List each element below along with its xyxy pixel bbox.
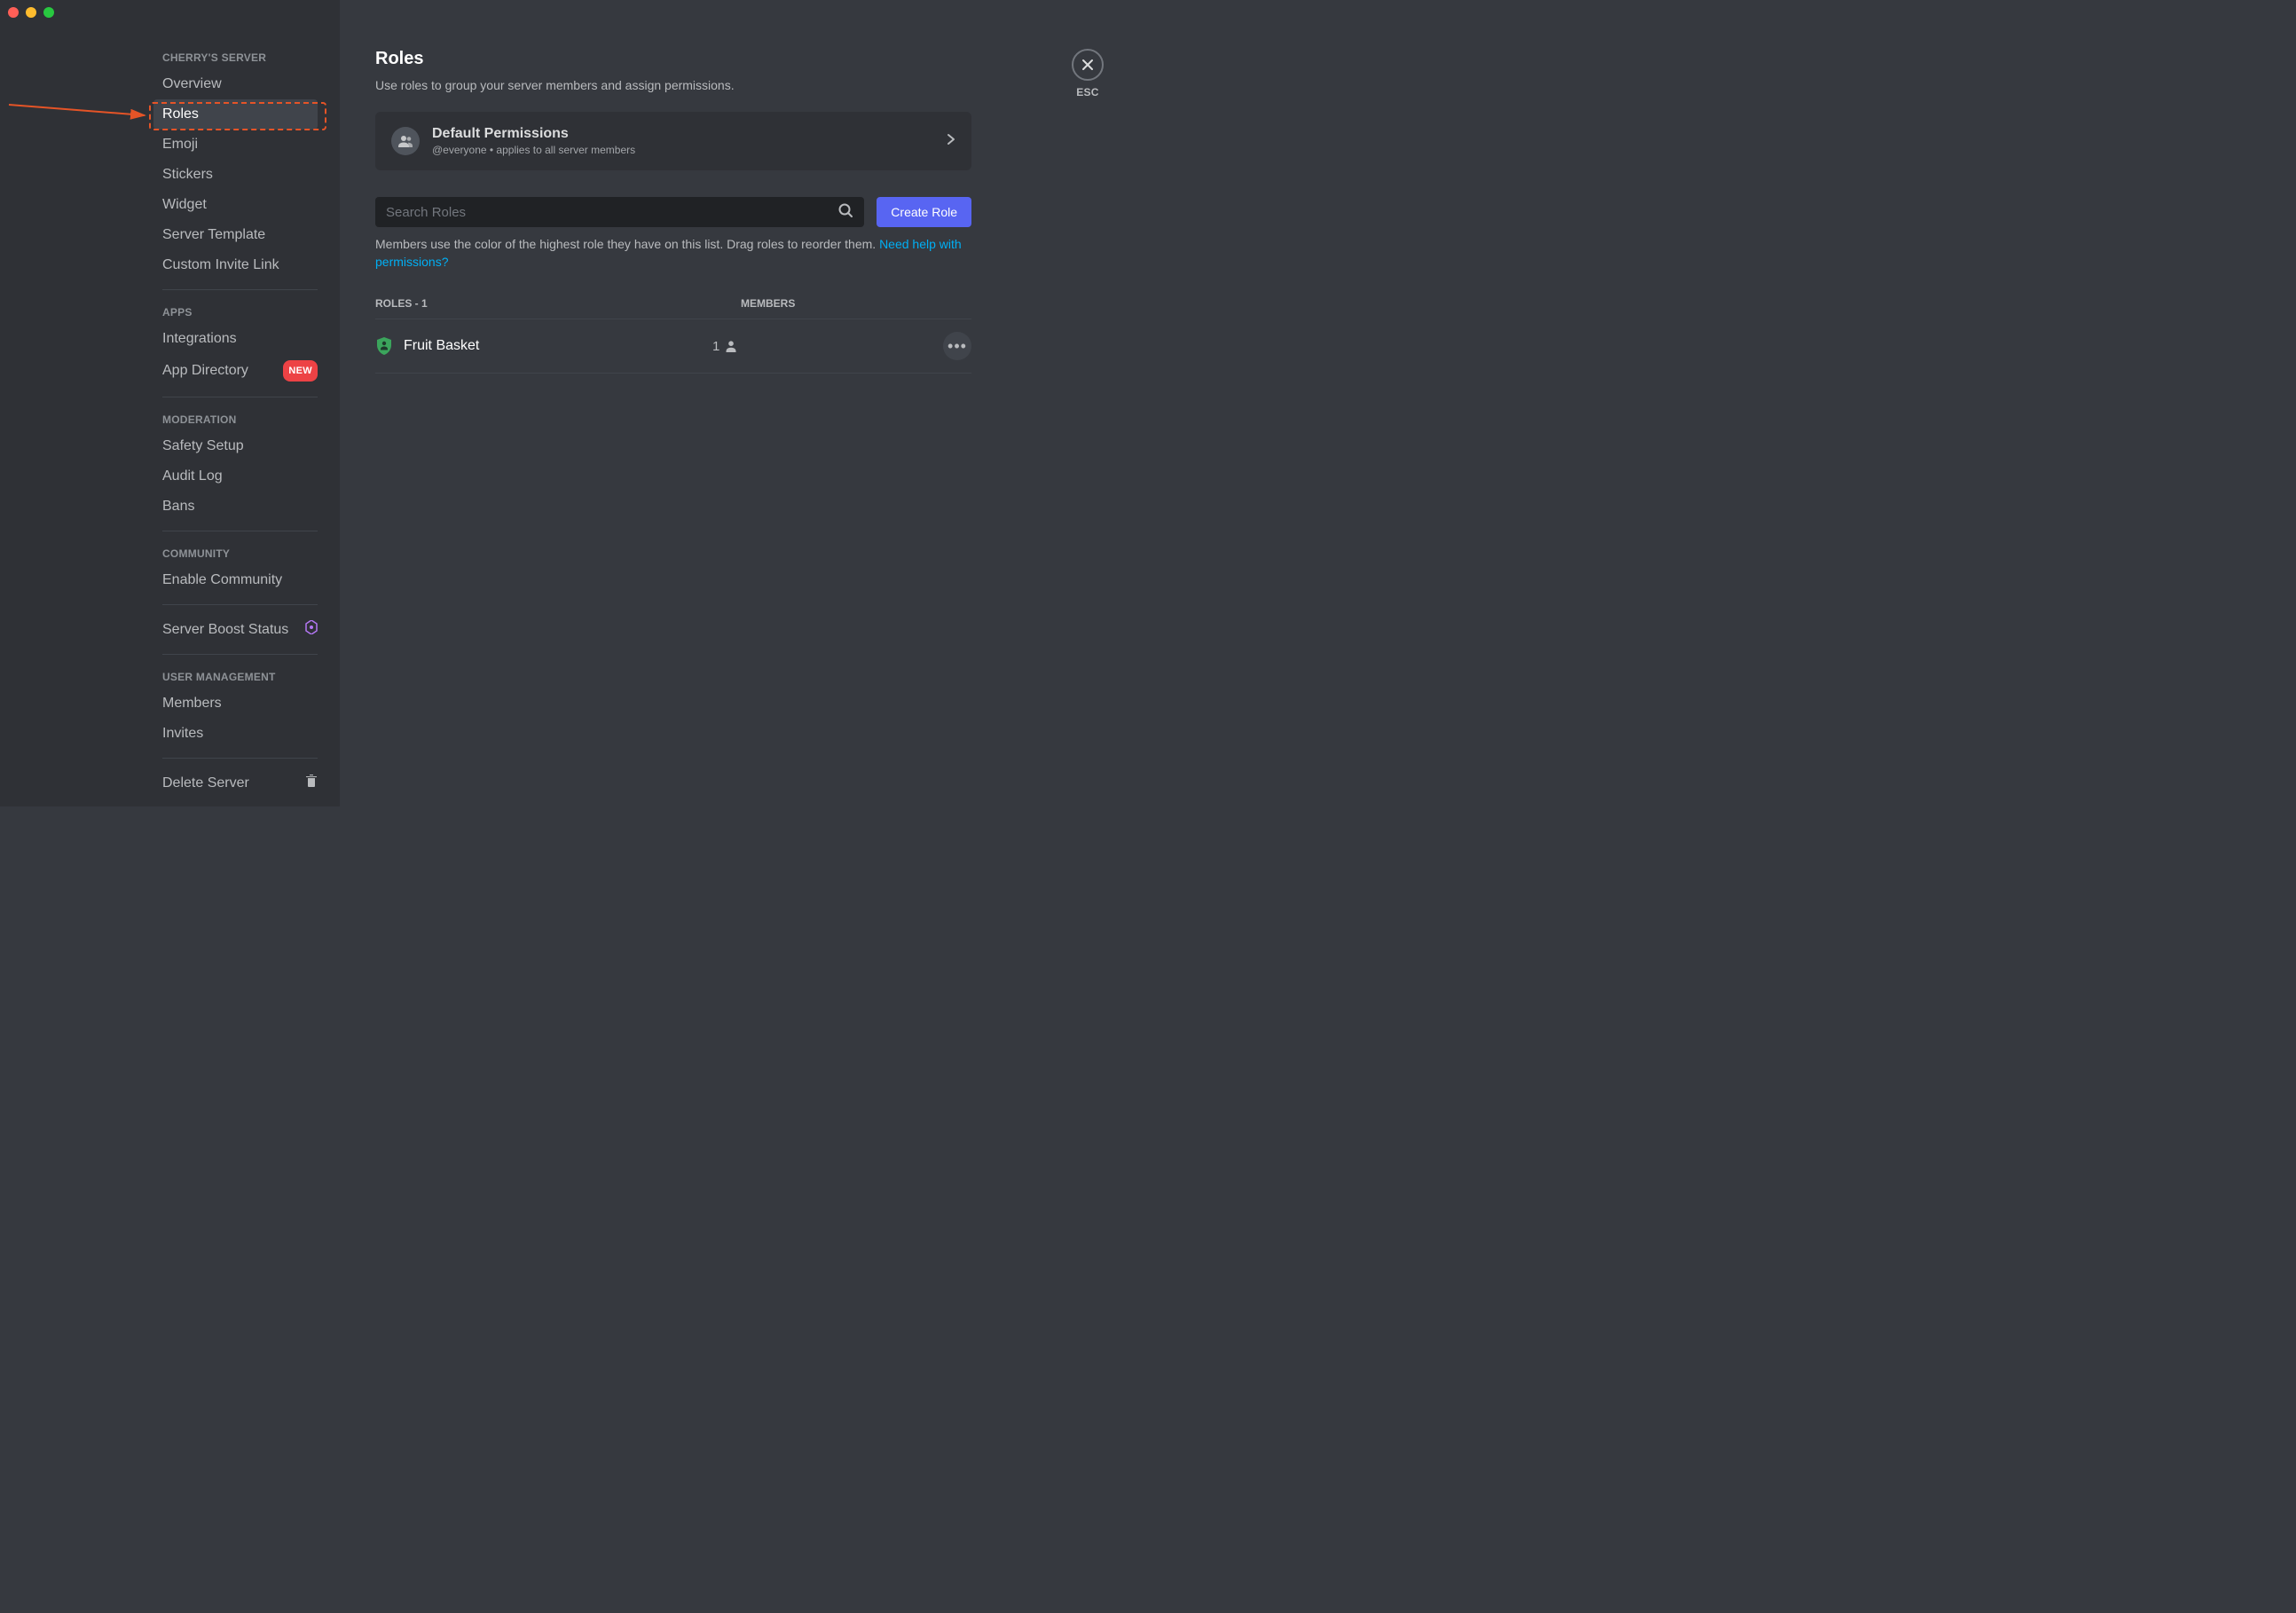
role-shield-icon xyxy=(375,337,393,355)
sidebar-item-label: Server Template xyxy=(162,226,265,244)
sidebar-item-emoji[interactable]: Emoji xyxy=(162,130,318,160)
role-more-button[interactable]: ••• xyxy=(943,332,971,360)
role-member-count: 1 xyxy=(712,339,737,354)
close-icon xyxy=(1081,58,1095,72)
sidebar-section-server: CHERRY'S SERVER xyxy=(162,44,318,69)
sidebar-item-label: App Directory xyxy=(162,362,248,380)
page-subtitle: Use roles to group your server members a… xyxy=(375,78,971,92)
sidebar-item-label: Custom Invite Link xyxy=(162,256,279,274)
sidebar-item-label: Widget xyxy=(162,196,207,214)
search-roles-input[interactable] xyxy=(386,205,837,220)
sidebar-item-overview[interactable]: Overview xyxy=(162,69,318,99)
sidebar-item-label: Invites xyxy=(162,725,203,743)
window-minimize-dot[interactable] xyxy=(26,7,36,18)
sidebar-section-community: COMMUNITY xyxy=(162,540,318,565)
role-member-count-value: 1 xyxy=(712,339,719,354)
search-roles-box[interactable] xyxy=(375,197,864,227)
trash-icon xyxy=(305,774,318,793)
sidebar-item-label: Safety Setup xyxy=(162,437,244,455)
role-name: Fruit Basket xyxy=(404,338,479,354)
close-label: ESC xyxy=(1072,86,1104,98)
sidebar-item-audit-log[interactable]: Audit Log xyxy=(162,461,318,492)
new-badge: NEW xyxy=(283,360,318,382)
sidebar-item-label: Integrations xyxy=(162,330,237,348)
roles-hint: Members use the color of the highest rol… xyxy=(375,236,971,271)
roles-column-header: ROLES - 1 xyxy=(375,297,741,310)
roles-table-header: ROLES - 1 MEMBERS xyxy=(375,297,971,319)
sidebar-item-roles[interactable]: Roles xyxy=(153,99,318,130)
members-column-header: MEMBERS xyxy=(741,297,971,310)
role-row[interactable]: Fruit Basket 1 ••• xyxy=(375,319,971,374)
window-controls xyxy=(8,7,54,18)
sidebar-item-label: Members xyxy=(162,695,222,712)
sidebar-item-label: Enable Community xyxy=(162,571,282,589)
sidebar-item-label: Bans xyxy=(162,498,194,515)
sidebar-item-app-directory[interactable]: App Directory NEW xyxy=(162,354,318,388)
close-settings: ESC xyxy=(1072,49,1104,98)
sidebar-section-user-management: USER MANAGEMENT xyxy=(162,664,318,688)
sidebar-divider xyxy=(162,604,318,605)
sidebar-item-integrations[interactable]: Integrations xyxy=(162,324,318,354)
main-content: ESC Roles Use roles to group your server… xyxy=(340,0,1148,806)
search-icon xyxy=(837,202,853,223)
boost-icon xyxy=(305,620,318,639)
sidebar-item-label: Server Boost Status xyxy=(162,621,288,639)
sidebar-divider xyxy=(162,758,318,759)
sidebar-item-members[interactable]: Members xyxy=(162,688,318,719)
chevron-right-icon xyxy=(947,133,955,150)
roles-hint-text: Members use the color of the highest rol… xyxy=(375,237,879,251)
sidebar-item-server-boost[interactable]: Server Boost Status xyxy=(162,614,318,645)
page-title: Roles xyxy=(375,49,971,69)
sidebar-divider xyxy=(162,289,318,290)
sidebar-item-custom-invite[interactable]: Custom Invite Link xyxy=(162,250,318,280)
sidebar-item-bans[interactable]: Bans xyxy=(162,492,318,522)
sidebar-item-invites[interactable]: Invites xyxy=(162,719,318,749)
sidebar-item-stickers[interactable]: Stickers xyxy=(162,160,318,190)
default-permissions-title: Default Permissions xyxy=(432,126,947,142)
sidebar-item-label: Emoji xyxy=(162,136,198,153)
sidebar-item-label: Delete Server xyxy=(162,775,249,792)
sidebar-divider xyxy=(162,654,318,655)
sidebar-item-enable-community[interactable]: Enable Community xyxy=(162,565,318,595)
window-maximize-dot[interactable] xyxy=(43,7,54,18)
sidebar-item-server-template[interactable]: Server Template xyxy=(162,220,318,250)
create-role-button[interactable]: Create Role xyxy=(877,197,971,227)
close-button[interactable] xyxy=(1072,49,1104,81)
sidebar-item-widget[interactable]: Widget xyxy=(162,190,318,220)
sidebar-item-delete-server[interactable]: Delete Server xyxy=(162,767,318,799)
default-permissions-card[interactable]: Default Permissions @everyone • applies … xyxy=(375,112,971,170)
sidebar-item-label: Stickers xyxy=(162,166,213,184)
sidebar-item-label: Overview xyxy=(162,75,222,93)
default-permissions-subtitle: @everyone • applies to all server member… xyxy=(432,144,947,156)
sidebar-section-moderation: MODERATION xyxy=(162,406,318,431)
sidebar-item-safety-setup[interactable]: Safety Setup xyxy=(162,431,318,461)
settings-sidebar: CHERRY'S SERVER Overview Roles Emoji Sti… xyxy=(0,0,340,806)
sidebar-item-label: Roles xyxy=(162,106,199,123)
sidebar-section-apps: APPS xyxy=(162,299,318,324)
window-close-dot[interactable] xyxy=(8,7,19,18)
more-icon: ••• xyxy=(947,337,967,356)
person-icon xyxy=(725,340,737,352)
sidebar-item-label: Audit Log xyxy=(162,468,223,485)
members-icon xyxy=(391,127,420,155)
